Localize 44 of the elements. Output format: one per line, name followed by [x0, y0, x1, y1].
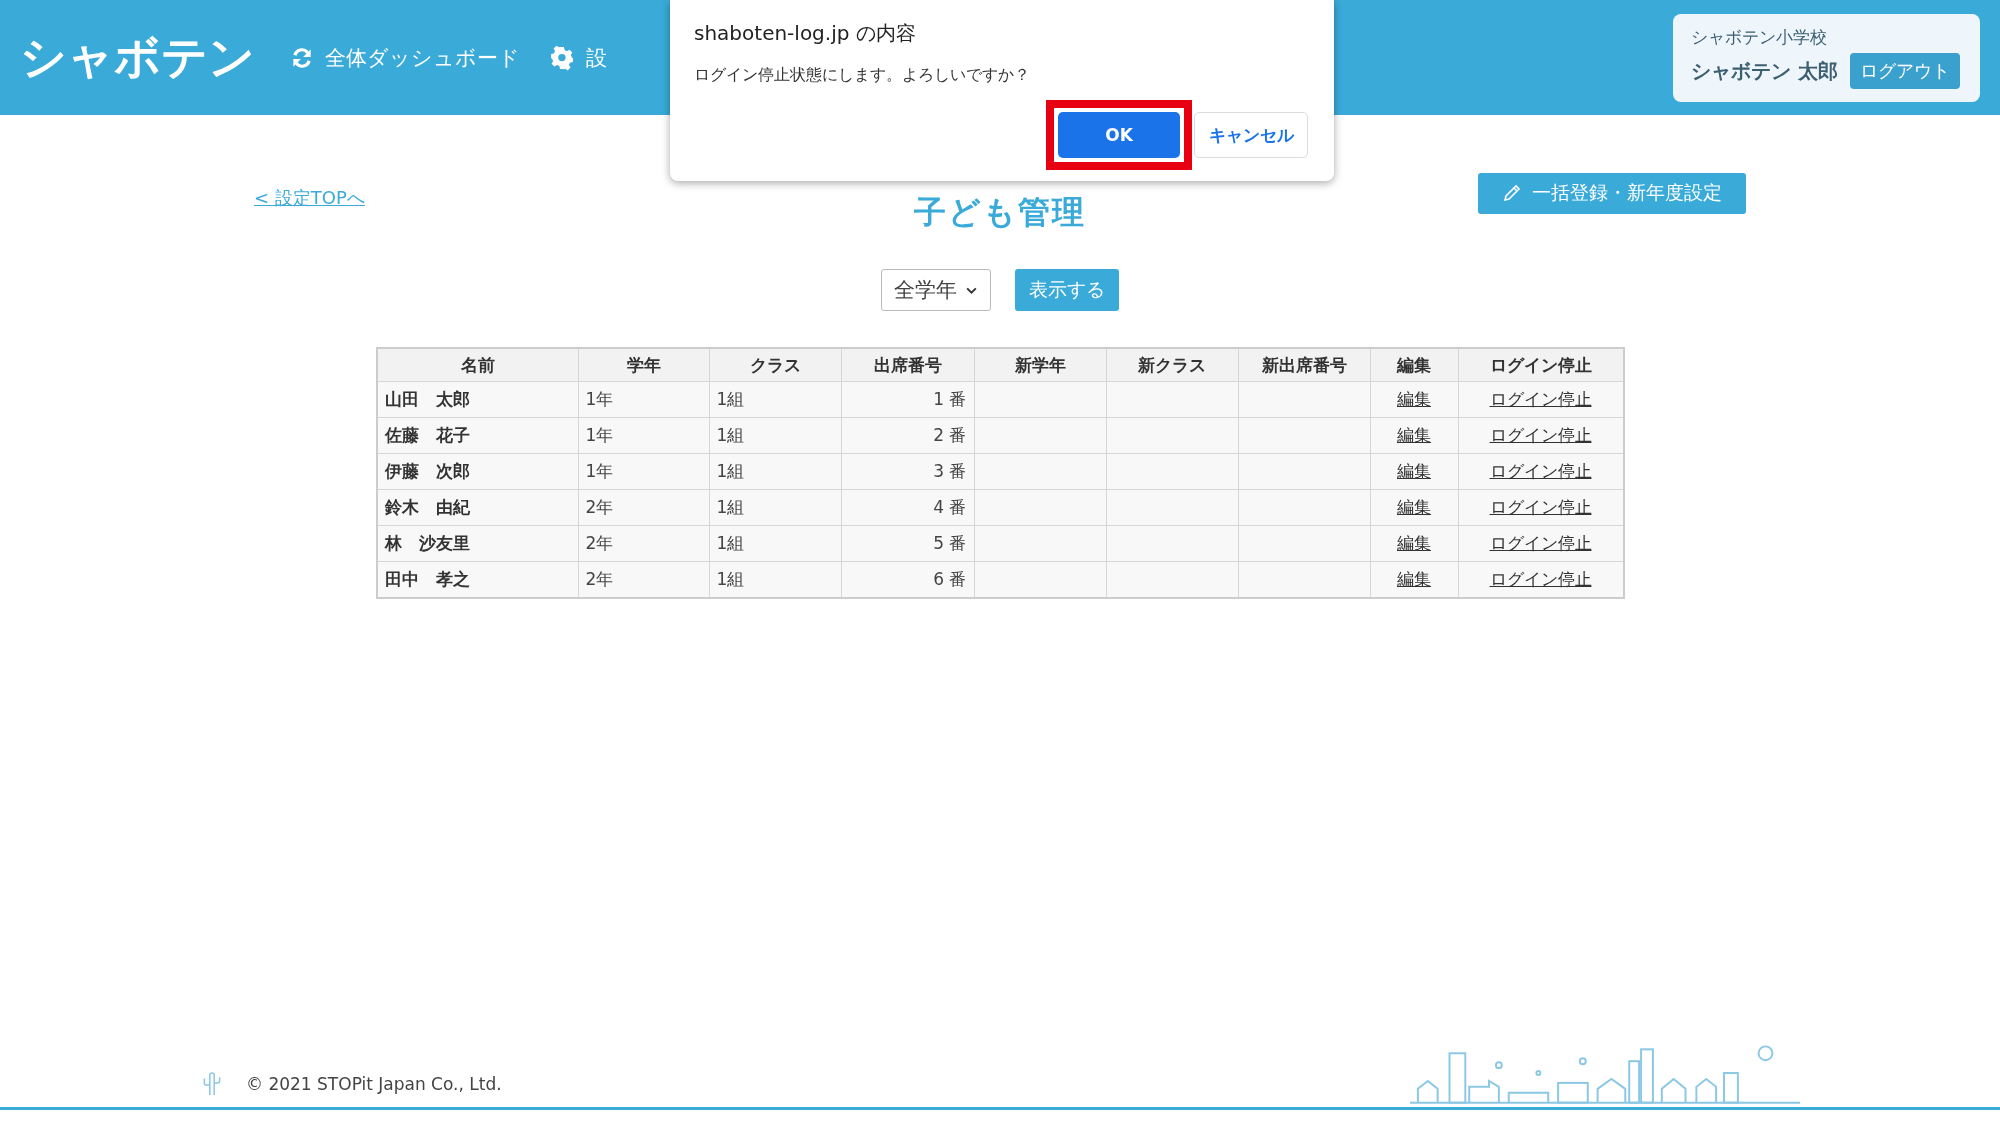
column-header: 編集	[1370, 348, 1458, 382]
table-cell: 2年	[578, 561, 709, 598]
table-cell: 1年	[578, 417, 709, 454]
column-header: 新学年	[974, 348, 1106, 382]
table-cell: 伊藤 次郎	[376, 453, 578, 490]
grade-select[interactable]: 全学年	[881, 269, 991, 311]
user-name: シャボテン 太郎	[1691, 57, 1838, 85]
table-cell: 林 沙友里	[376, 525, 578, 562]
pencil-icon	[1502, 183, 1522, 203]
dialog-title: shaboten-log.jp の内容	[694, 20, 917, 47]
table-cell: 2年	[578, 525, 709, 562]
table-cell: 1年	[578, 381, 709, 418]
table-cell: 1年	[578, 453, 709, 490]
cancel-button[interactable]: キャンセル	[1194, 112, 1308, 158]
table-cell: 1組	[709, 561, 841, 598]
table-cell: 3 番	[841, 453, 974, 490]
table-cell: 2年	[578, 489, 709, 526]
table-cell: 1組	[709, 417, 841, 454]
table-cell: 佐藤 花子	[376, 417, 578, 454]
ok-button[interactable]: OK	[1058, 112, 1180, 158]
column-header: 出席番号	[841, 348, 974, 382]
settings-icon	[550, 44, 576, 71]
table-cell: 1組	[709, 525, 841, 562]
column-header: 学年	[578, 348, 709, 382]
table-cell: 1組	[709, 453, 841, 490]
table-cell: 5 番	[841, 525, 974, 562]
table-cell: 田中 孝之	[376, 561, 578, 598]
copyright-text: © 2021 STOPit Japan Co., Ltd.	[246, 1074, 502, 1094]
page-title: 子ども管理	[914, 192, 1086, 233]
table-cell: 2 番	[841, 417, 974, 454]
table-cell: 山田 太郎	[376, 381, 578, 418]
column-header: クラス	[709, 348, 841, 382]
table-cell: 1組	[709, 381, 841, 418]
table-cell: 1 番	[841, 381, 974, 418]
table-cell: 1組	[709, 489, 841, 526]
column-header: 名前	[376, 348, 578, 382]
dialog-message: ログイン停止状態にします。よろしいですか？	[694, 65, 1031, 86]
table-cell: 4 番	[841, 489, 974, 526]
table-cell: 鈴木 由紀	[376, 489, 578, 526]
column-header: ログイン停止	[1458, 348, 1624, 382]
column-header: 新クラス	[1106, 348, 1238, 382]
column-header: 新出席番号	[1238, 348, 1370, 382]
school-name: シャボテン小学校	[1691, 26, 1828, 49]
table-cell: 6 番	[841, 561, 974, 598]
